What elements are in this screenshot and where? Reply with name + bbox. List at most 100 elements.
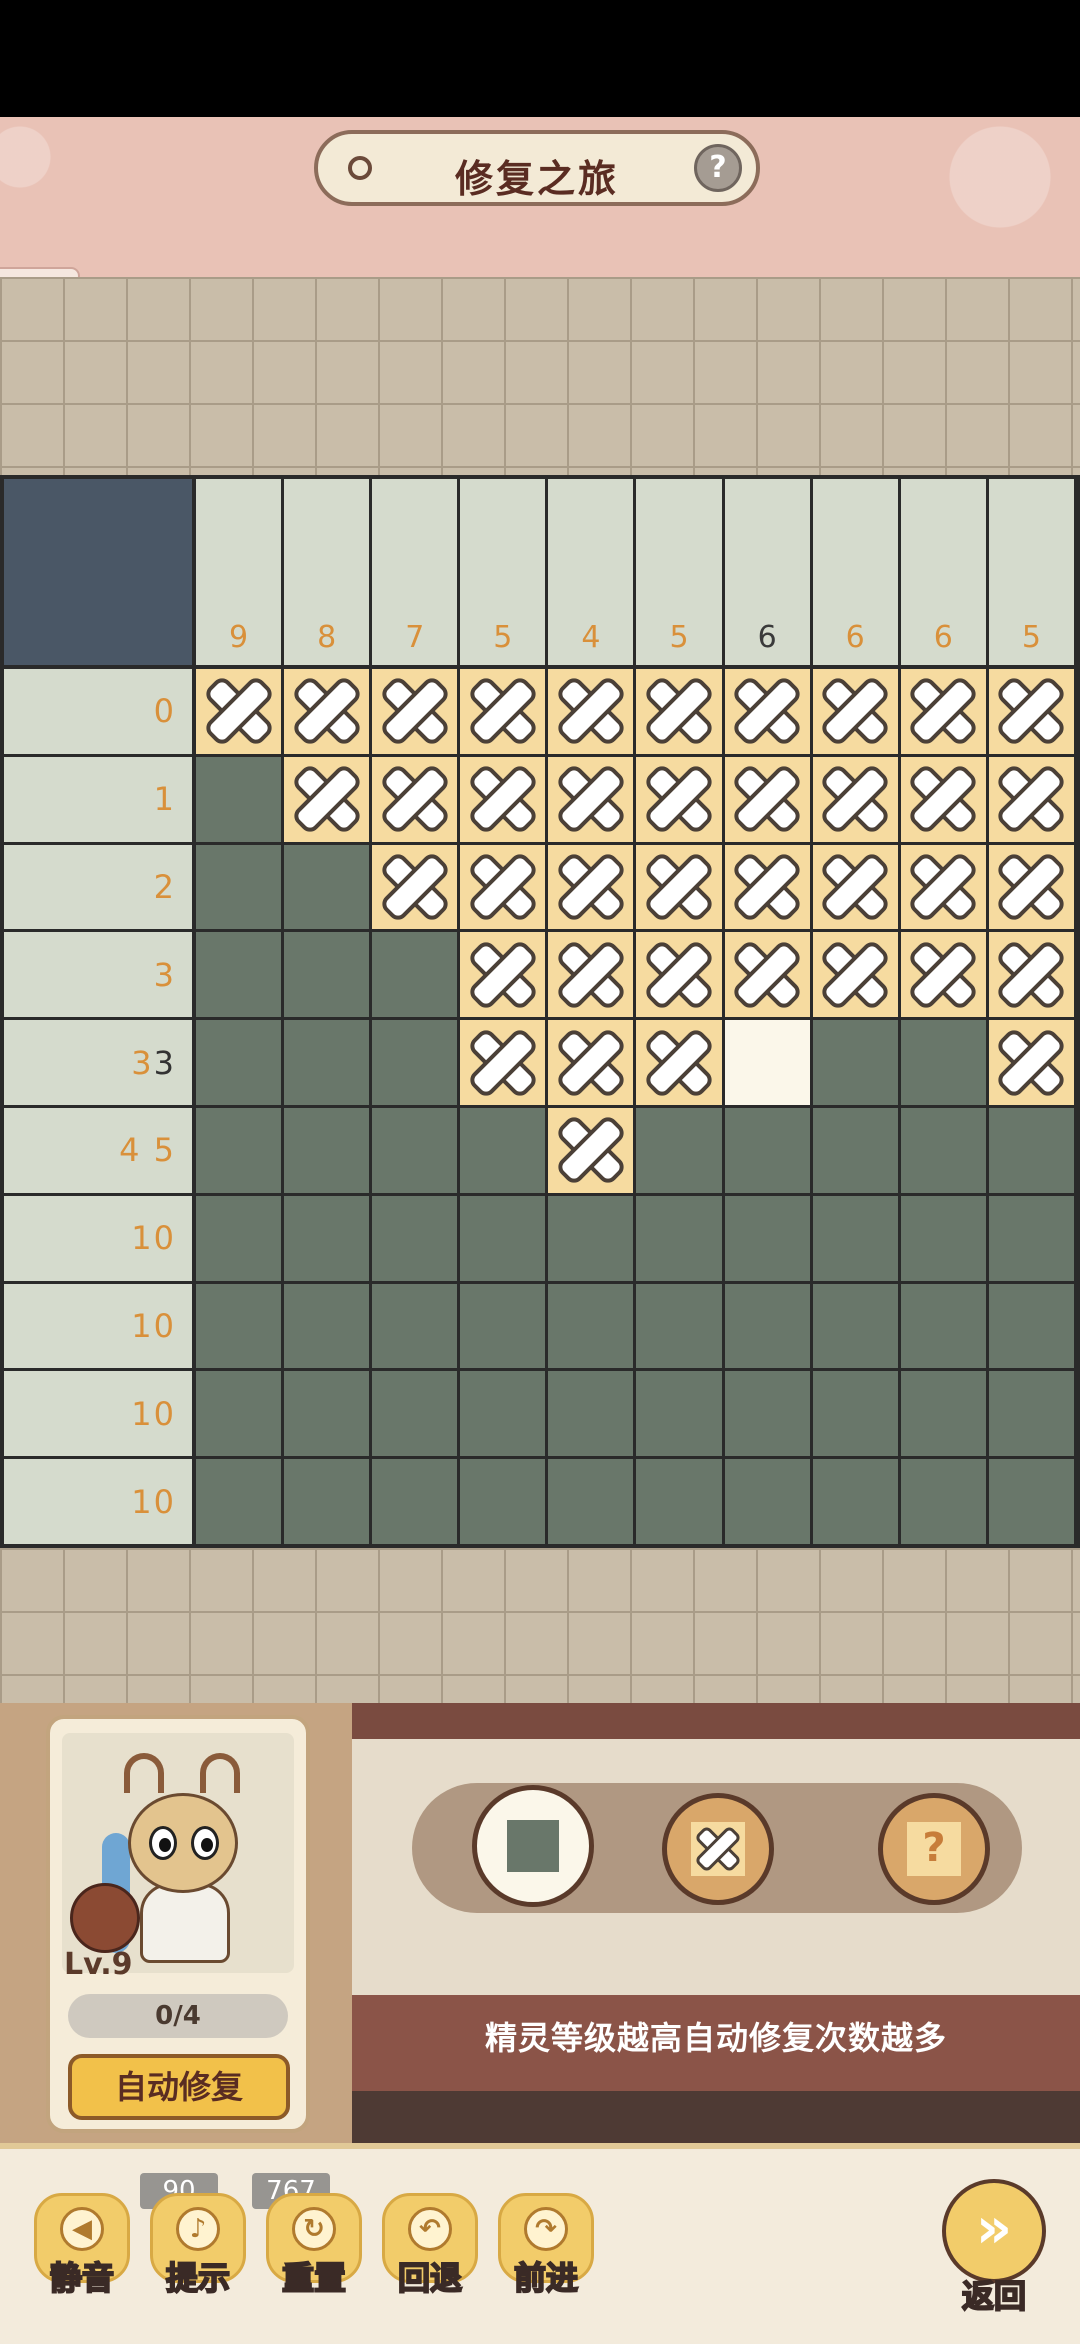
grid-cell-filled[interactable] [196,1195,282,1281]
hint-tool-button[interactable]: ? [878,1793,990,1905]
grid-cell-cross[interactable] [724,669,810,754]
grid-cell-cross[interactable] [372,669,458,754]
grid-cell-empty[interactable] [724,1020,810,1105]
grid-cell-filled[interactable] [988,1371,1074,1457]
grid-cell-cross[interactable] [548,844,634,930]
grid-cell-filled[interactable] [372,932,458,1018]
grid-cell-filled[interactable] [988,1108,1074,1193]
grid-cell-filled[interactable] [988,1283,1074,1369]
grid-cell-filled[interactable] [900,1108,986,1193]
grid-cell-filled[interactable] [460,1459,546,1544]
grid-cell-cross[interactable] [284,756,370,842]
grid-cell-filled[interactable] [284,1108,370,1193]
grid-cell-cross[interactable] [196,669,282,754]
grid-cell-filled[interactable] [196,1459,282,1544]
reset-button[interactable]: ↻ 重置 [262,2189,366,2298]
grid-cell-filled[interactable] [724,1195,810,1281]
grid-cell-filled[interactable] [812,1371,898,1457]
undo-button[interactable]: ↶ 回退 [378,2189,482,2298]
grid-cell-cross[interactable] [988,669,1074,754]
grid-cell-filled[interactable] [372,1459,458,1544]
grid-cell-filled[interactable] [372,1020,458,1105]
grid-cell-filled[interactable] [372,1283,458,1369]
grid-cell-cross[interactable] [900,932,986,1018]
grid-cell-cross[interactable] [548,1020,634,1105]
grid-cell-cross[interactable] [548,1108,634,1193]
grid-cell-filled[interactable] [460,1371,546,1457]
grid-cell-filled[interactable] [284,1020,370,1105]
grid-cell-cross[interactable] [460,756,546,842]
grid-cell-filled[interactable] [900,1371,986,1457]
grid-cell-filled[interactable] [284,1195,370,1281]
grid-cell-cross[interactable] [372,756,458,842]
grid-cell-cross[interactable] [812,669,898,754]
grid-cell-filled[interactable] [548,1459,634,1544]
grid-cell-filled[interactable] [284,1459,370,1544]
grid-cell-filled[interactable] [636,1283,722,1369]
grid-cell-cross[interactable] [548,932,634,1018]
grid-cell-cross[interactable] [724,844,810,930]
grid-cell-filled[interactable] [636,1195,722,1281]
grid-cell-cross[interactable] [460,844,546,930]
grid-cell-filled[interactable] [460,1108,546,1193]
redo-button[interactable]: ↷ 前进 [494,2189,598,2298]
grid-cell-cross[interactable] [460,932,546,1018]
grid-cell-filled[interactable] [812,1283,898,1369]
grid-cell-cross[interactable] [724,932,810,1018]
grid-cell-cross[interactable] [988,1020,1074,1105]
grid-cell-cross[interactable] [724,756,810,842]
grid-cell-filled[interactable] [900,1020,986,1105]
grid-cell-cross[interactable] [460,1020,546,1105]
grid-cell-filled[interactable] [988,1459,1074,1544]
grid-cell-filled[interactable] [284,1371,370,1457]
grid-cell-cross[interactable] [812,844,898,930]
fill-tool-button[interactable] [472,1785,594,1907]
grid-cell-cross[interactable] [812,932,898,1018]
grid-cell-cross[interactable] [636,669,722,754]
grid-cell-cross[interactable] [988,932,1074,1018]
grid-cell-filled[interactable] [196,756,282,842]
grid-cell-cross[interactable] [900,756,986,842]
grid-cell-filled[interactable] [636,1371,722,1457]
grid-cell-cross[interactable] [636,844,722,930]
grid-cell-cross[interactable] [988,844,1074,930]
grid-cell-filled[interactable] [636,1459,722,1544]
auto-repair-button[interactable]: 自动修复 [68,2054,290,2120]
grid-cell-cross[interactable] [900,669,986,754]
grid-cell-cross[interactable] [636,932,722,1018]
grid-cell-filled[interactable] [548,1283,634,1369]
grid-cell-cross[interactable] [460,669,546,754]
grid-cell-filled[interactable] [196,932,282,1018]
grid-cell-filled[interactable] [900,1459,986,1544]
grid-cell-cross[interactable] [548,756,634,842]
grid-cell-cross[interactable] [548,669,634,754]
grid-cell-filled[interactable] [812,1459,898,1544]
mute-button[interactable]: ◀ 静音 [30,2189,134,2298]
grid-cell-cross[interactable] [372,844,458,930]
cross-tool-button[interactable] [662,1793,774,1905]
grid-cell-filled[interactable] [196,1108,282,1193]
grid-cell-filled[interactable] [900,1283,986,1369]
hint-button[interactable]: ♪ 提示 [146,2189,250,2298]
grid-cell-cross[interactable] [988,756,1074,842]
grid-cell-filled[interactable] [460,1195,546,1281]
grid-cell-filled[interactable] [812,1195,898,1281]
grid-cell-filled[interactable] [724,1283,810,1369]
grid-cell-filled[interactable] [812,1108,898,1193]
grid-cell-filled[interactable] [988,1195,1074,1281]
grid-cell-filled[interactable] [196,844,282,930]
grid-cell-filled[interactable] [548,1371,634,1457]
grid-cell-cross[interactable] [900,844,986,930]
grid-cell-filled[interactable] [900,1195,986,1281]
grid-cell-filled[interactable] [284,1283,370,1369]
grid-cell-filled[interactable] [724,1108,810,1193]
grid-cell-filled[interactable] [196,1020,282,1105]
grid-cell-filled[interactable] [724,1371,810,1457]
back-button[interactable]: 返回 [942,2179,1046,2319]
grid-cell-filled[interactable] [372,1108,458,1193]
question-icon[interactable]: ? [694,144,742,192]
grid-cell-filled[interactable] [372,1195,458,1281]
grid-cell-filled[interactable] [284,844,370,930]
grid-cell-filled[interactable] [460,1283,546,1369]
grid-cell-filled[interactable] [724,1459,810,1544]
